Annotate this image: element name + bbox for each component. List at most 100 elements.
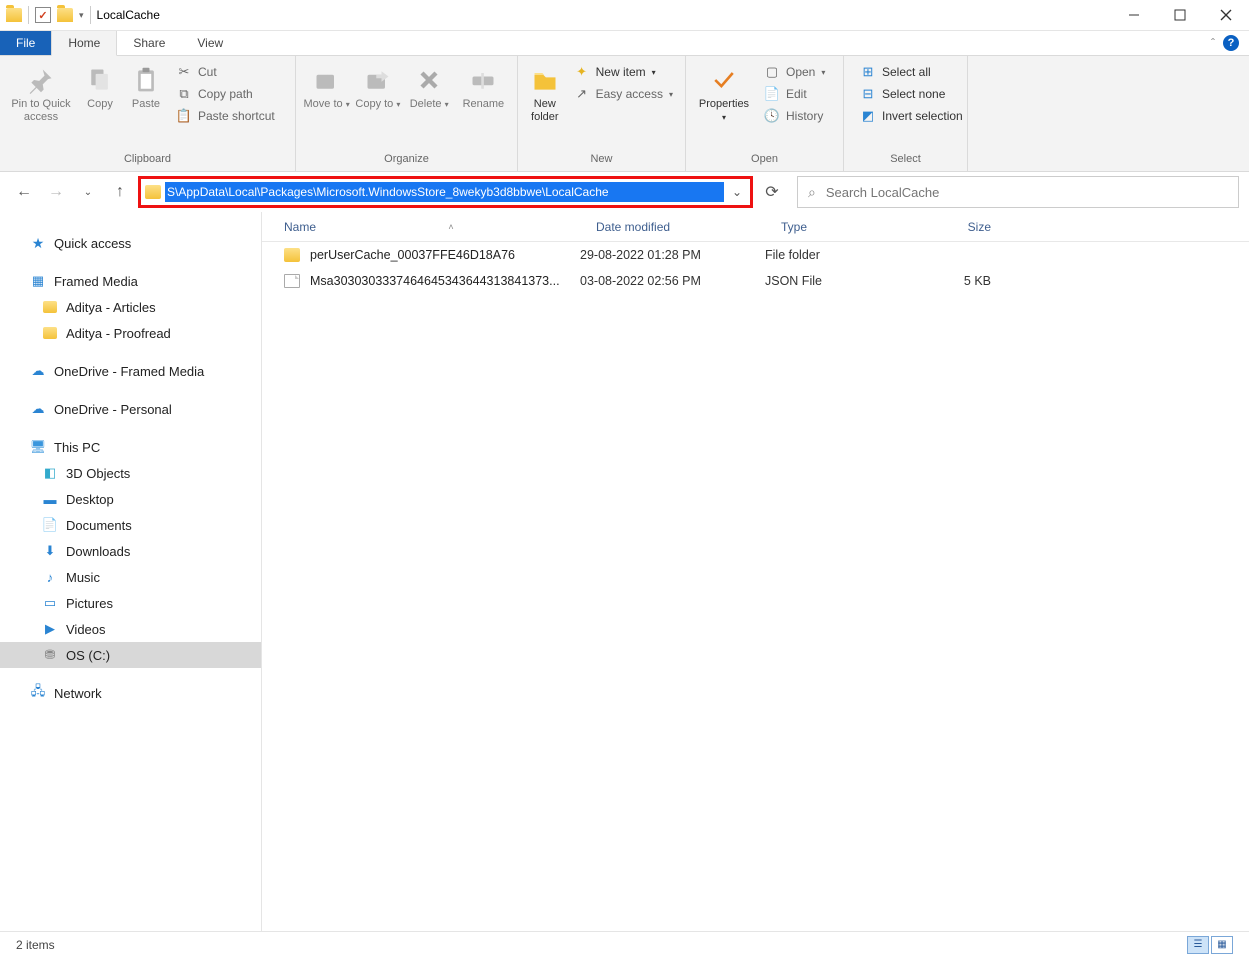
forward-button[interactable]: → — [42, 178, 70, 206]
minimize-button[interactable] — [1111, 0, 1157, 31]
folder-icon — [284, 248, 300, 262]
refresh-button[interactable]: ⟳ — [757, 177, 787, 207]
column-size[interactable]: Size — [911, 220, 1011, 234]
easy-access-button[interactable]: ↗Easy access ▾ — [568, 84, 679, 104]
address-input[interactable] — [165, 182, 724, 202]
history-button[interactable]: 🕓History — [758, 106, 831, 126]
file-list-pane: Name˄ Date modified Type Size perUserCac… — [262, 212, 1249, 931]
back-button[interactable]: ← — [10, 178, 38, 206]
move-to-button[interactable]: Move to ▾ — [302, 60, 351, 111]
app-folder-icon — [6, 8, 22, 22]
3d-objects-icon: ◧ — [42, 465, 58, 481]
nav-documents[interactable]: 📄Documents — [0, 512, 261, 538]
paste-icon — [130, 64, 162, 96]
nav-pictures[interactable]: ▭Pictures — [0, 590, 261, 616]
open-button[interactable]: ▢Open ▾ — [758, 62, 831, 82]
copy-path-button[interactable]: ⧉Copy path — [170, 84, 281, 104]
drive-icon: ⛃ — [42, 647, 58, 663]
pin-to-quick-access-button[interactable]: Pin to Quick access — [6, 60, 76, 124]
file-row[interactable]: perUserCache_00037FFE46D18A7629-08-2022 … — [262, 242, 1249, 268]
nav-aditya-articles[interactable]: Aditya - Articles — [0, 294, 261, 320]
copy-button[interactable]: Copy — [78, 60, 122, 111]
column-name[interactable]: Name˄ — [262, 220, 580, 234]
details-view-button[interactable]: ☰ — [1187, 936, 1209, 954]
search-icon: ⌕ — [808, 184, 816, 201]
nav-this-pc[interactable]: 🖥This PC — [0, 434, 261, 460]
cloud-icon: ☁ — [30, 363, 46, 379]
ribbon-group-clipboard: Pin to Quick access Copy Paste ✂Cut ⧉Cop… — [0, 56, 296, 171]
up-button[interactable]: ↑ — [106, 178, 134, 206]
status-bar: 2 items ☰ ▦ — [0, 931, 1249, 957]
tab-view[interactable]: View — [181, 31, 239, 55]
move-to-icon — [311, 64, 343, 96]
separator — [90, 6, 91, 24]
new-folder-icon — [529, 64, 561, 96]
file-date: 03-08-2022 02:56 PM — [580, 274, 765, 288]
properties-button[interactable]: Properties▾ — [692, 60, 756, 124]
navigation-pane[interactable]: ★Quick access ▦Framed Media Aditya - Art… — [0, 212, 262, 931]
rename-button[interactable]: Rename — [456, 60, 511, 111]
file-icon — [284, 274, 300, 288]
nav-onedrive-framed[interactable]: ☁OneDrive - Framed Media — [0, 358, 261, 384]
pictures-icon: ▭ — [42, 595, 58, 611]
delete-button[interactable]: Delete ▾ — [405, 60, 454, 111]
help-icon[interactable]: ? — [1223, 35, 1239, 51]
close-button[interactable] — [1203, 0, 1249, 31]
address-bar[interactable]: ⌄ — [138, 176, 753, 208]
qat-new-folder-icon[interactable] — [57, 8, 73, 22]
videos-icon: ▶ — [42, 621, 58, 637]
ribbon-group-select: ⊞Select all ⊟Select none ◩Invert selecti… — [844, 56, 968, 171]
paste-button[interactable]: Paste — [124, 60, 168, 111]
column-date[interactable]: Date modified — [580, 220, 765, 234]
copy-to-button[interactable]: Copy to ▾ — [353, 60, 402, 111]
file-rows: perUserCache_00037FFE46D18A7629-08-2022 … — [262, 242, 1249, 294]
tab-file[interactable]: File — [0, 31, 51, 55]
ribbon: Pin to Quick access Copy Paste ✂Cut ⧉Cop… — [0, 56, 1249, 172]
nav-quick-access[interactable]: ★Quick access — [0, 230, 261, 256]
select-all-button[interactable]: ⊞Select all — [854, 62, 969, 82]
edit-button[interactable]: 📄Edit — [758, 84, 831, 104]
select-none-button[interactable]: ⊟Select none — [854, 84, 969, 104]
address-folder-icon — [145, 185, 161, 199]
content-area: ★Quick access ▦Framed Media Aditya - Art… — [0, 212, 1249, 931]
nav-onedrive-personal[interactable]: ☁OneDrive - Personal — [0, 396, 261, 422]
nav-desktop[interactable]: ▬Desktop — [0, 486, 261, 512]
search-box[interactable]: ⌕ — [797, 176, 1239, 208]
address-dropdown-icon[interactable]: ⌄ — [728, 185, 746, 199]
new-item-button[interactable]: ✦New item ▾ — [568, 62, 679, 82]
invert-selection-button[interactable]: ◩Invert selection — [854, 106, 969, 126]
file-row[interactable]: Msa3030303337464645343644313841373...03-… — [262, 268, 1249, 294]
copy-icon — [84, 64, 116, 96]
library-icon: ▦ — [30, 273, 46, 289]
separator — [28, 6, 29, 24]
nav-3d-objects[interactable]: ◧3D Objects — [0, 460, 261, 486]
rename-icon — [467, 64, 499, 96]
qat-customize-dropdown-icon[interactable]: ▾ — [79, 10, 84, 21]
qat-properties-icon[interactable]: ✓ — [35, 7, 51, 23]
ribbon-collapse-icon[interactable]: ˆ — [1211, 36, 1215, 50]
maximize-button[interactable] — [1157, 0, 1203, 31]
nav-downloads[interactable]: ⬇Downloads — [0, 538, 261, 564]
recent-locations-button[interactable]: ⌄ — [74, 178, 102, 206]
ribbon-group-new: New folder ✦New item ▾ ↗Easy access ▾ Ne… — [518, 56, 686, 171]
nav-videos[interactable]: ▶Videos — [0, 616, 261, 642]
paste-shortcut-icon: 📋 — [176, 108, 192, 124]
nav-os-c[interactable]: ⛃OS (C:) — [0, 642, 261, 668]
easy-access-icon: ↗ — [574, 86, 590, 102]
cut-button[interactable]: ✂Cut — [170, 62, 281, 82]
nav-network[interactable]: 🖧Network — [0, 680, 261, 706]
search-input[interactable] — [826, 185, 1228, 200]
new-folder-button[interactable]: New folder — [524, 60, 566, 124]
column-type[interactable]: Type — [765, 220, 911, 234]
paste-shortcut-button[interactable]: 📋Paste shortcut — [170, 106, 281, 126]
nav-music[interactable]: ♪Music — [0, 564, 261, 590]
nav-framed-media[interactable]: ▦Framed Media — [0, 268, 261, 294]
cloud-icon: ☁ — [30, 401, 46, 417]
invert-selection-icon: ◩ — [860, 108, 876, 124]
file-name: Msa3030303337464645343644313841373... — [310, 274, 580, 288]
nav-aditya-proofread[interactable]: Aditya - Proofread — [0, 320, 261, 346]
large-icons-view-button[interactable]: ▦ — [1211, 936, 1233, 954]
tab-share[interactable]: Share — [117, 31, 181, 55]
tab-home[interactable]: Home — [51, 31, 117, 56]
history-icon: 🕓 — [764, 108, 780, 124]
